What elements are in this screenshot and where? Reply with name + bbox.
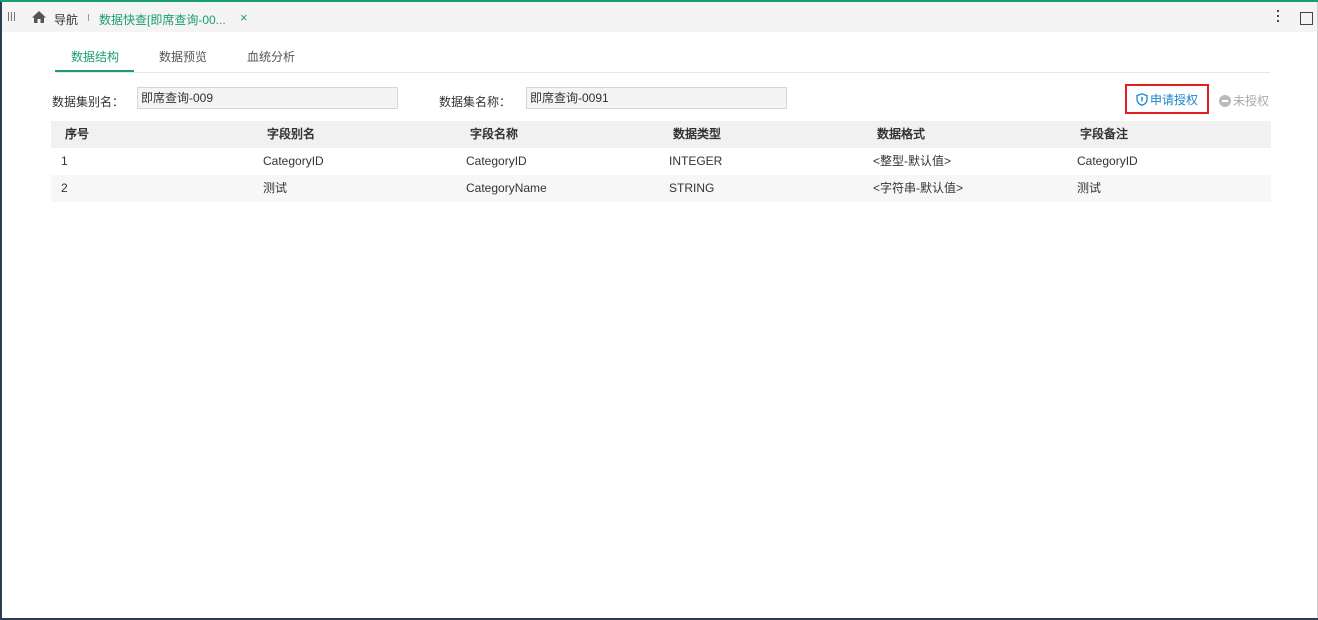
tab-lineage-analysis[interactable]: 血统分析 bbox=[247, 48, 295, 65]
header-data-type[interactable]: 数据类型 bbox=[673, 121, 721, 147]
grip-icon[interactable] bbox=[8, 12, 15, 21]
header-field-alias[interactable]: 字段别名 bbox=[267, 121, 315, 147]
cell-field-note: 测试 bbox=[1077, 181, 1102, 195]
apply-authorization-button[interactable]: 申请授权 bbox=[1125, 84, 1209, 114]
apply-authorization-label: 申请授权 bbox=[1149, 92, 1198, 107]
left-edge bbox=[0, 2, 2, 620]
alias-field[interactable]: 即席查询-009 bbox=[137, 87, 398, 109]
tab-separator bbox=[88, 14, 89, 21]
unauthorized-label: 未授权 bbox=[1233, 94, 1270, 108]
unauthorized-button[interactable]: 未授权 bbox=[1219, 92, 1269, 109]
maximize-icon[interactable] bbox=[1300, 12, 1313, 25]
active-tab-underline bbox=[55, 70, 134, 72]
close-icon[interactable]: × bbox=[240, 10, 248, 25]
table-row[interactable]: 2 测试 CategoryName STRING <字符串-默认值> 测试 bbox=[51, 175, 1271, 202]
cell-data-format: <整型-默认值> bbox=[873, 154, 952, 168]
home-icon[interactable] bbox=[31, 10, 47, 27]
cell-data-type: INTEGER bbox=[669, 154, 723, 168]
minus-circle-icon bbox=[1219, 94, 1231, 107]
shield-icon bbox=[1136, 92, 1148, 106]
more-vertical-icon[interactable] bbox=[1277, 10, 1279, 25]
tab-data-structure[interactable]: 数据结构 bbox=[71, 48, 119, 65]
tab-data-quick-query[interactable]: 数据快查[即席查询-00... bbox=[99, 11, 226, 28]
cell-field-alias: CategoryID bbox=[263, 154, 324, 168]
cell-index: 2 bbox=[61, 181, 68, 195]
header-data-format[interactable]: 数据格式 bbox=[877, 121, 925, 147]
table-row[interactable]: 1 CategoryID CategoryID INTEGER <整型-默认值>… bbox=[51, 148, 1271, 175]
cell-field-name: CategoryName bbox=[466, 181, 547, 195]
header-field-name[interactable]: 字段名称 bbox=[470, 121, 518, 147]
name-label: 数据集名称： bbox=[439, 95, 512, 109]
cell-field-name: CategoryID bbox=[466, 154, 527, 168]
nav-tab-label[interactable]: 导航 bbox=[54, 11, 78, 28]
tab-bar: 导航 数据快查[即席查询-00... × bbox=[2, 2, 1317, 32]
header-index[interactable]: 序号 bbox=[65, 121, 89, 147]
table-header-row: 序号 字段别名 字段名称 数据类型 数据格式 字段备注 bbox=[51, 121, 1271, 148]
cell-data-type: STRING bbox=[669, 181, 715, 195]
cell-field-alias: 测试 bbox=[263, 181, 288, 195]
tab-data-preview[interactable]: 数据预览 bbox=[159, 48, 207, 65]
field-table: 序号 字段别名 字段名称 数据类型 数据格式 字段备注 1 CategoryID… bbox=[51, 121, 1271, 202]
name-field[interactable]: 即席查询-0091 bbox=[526, 87, 787, 109]
header-field-note[interactable]: 字段备注 bbox=[1080, 121, 1128, 147]
cell-field-note: CategoryID bbox=[1077, 154, 1138, 168]
alias-label: 数据集别名： bbox=[52, 95, 125, 109]
sub-tabs: 数据结构 数据预览 血统分析 bbox=[55, 40, 1270, 73]
cell-index: 1 bbox=[61, 154, 68, 168]
cell-data-format: <字符串-默认值> bbox=[873, 181, 964, 195]
